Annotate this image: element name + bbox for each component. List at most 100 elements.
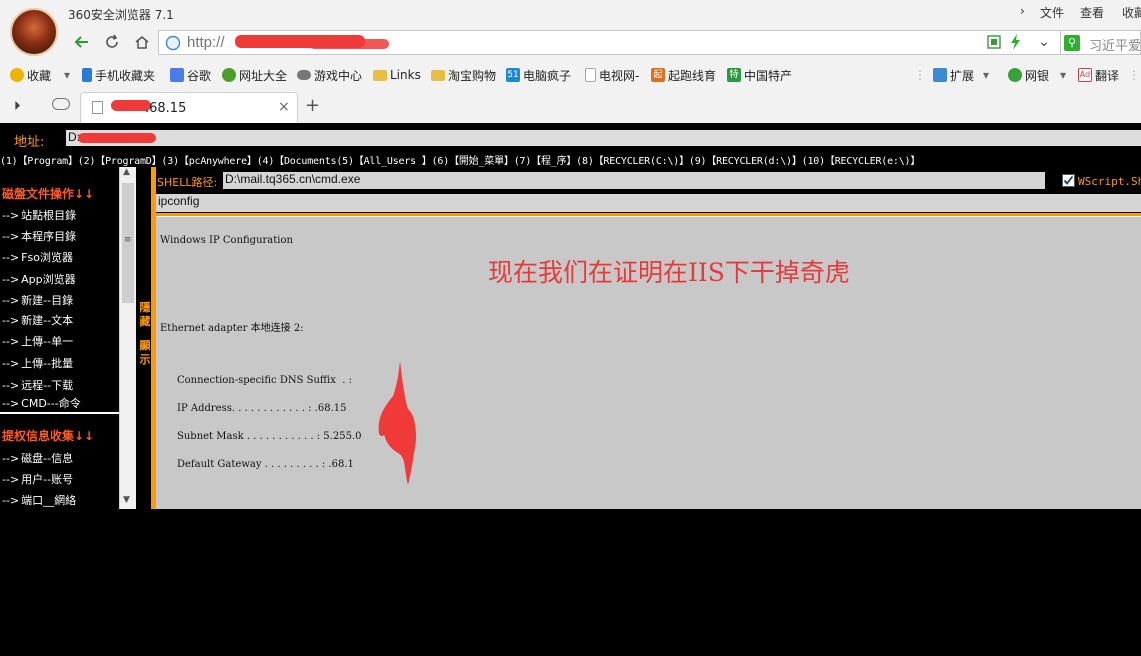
quick-links[interactable]: (1)【Program】(2)【ProgramD】(3)【pcAnywhere】… xyxy=(0,152,1141,167)
browser-chrome: 360安全浏览器 7.1 › 文件 查看 收藏 http:// ⌄ ⚲ 习近平爱… xyxy=(0,0,1141,123)
checkmark-icon xyxy=(1063,175,1074,185)
menu-file[interactable]: 文件 xyxy=(1040,4,1064,21)
command-output: Windows IP Configuration 现在我们在证明在IIS下干掉奇… xyxy=(156,216,1141,509)
output-line: Subnet Mask . . . . . . . . . . . : 5.25… xyxy=(177,431,362,442)
back-arrow-icon xyxy=(74,36,88,48)
search-box[interactable]: ⚲ 习近平爱 xyxy=(1060,30,1141,55)
hide-show-toggle[interactable]: 隱 藏 顯 示 xyxy=(138,301,152,367)
menu-view[interactable]: 查看 xyxy=(1080,4,1104,21)
dropdown-button[interactable]: ⌄ xyxy=(1032,30,1056,54)
sidebar-item-new-dir[interactable]: --> 新建--目錄 xyxy=(2,292,73,308)
te-icon: 特 xyxy=(727,68,741,82)
caret-down-icon: ▾ xyxy=(64,68,71,82)
sidebar-item-upload-single[interactable]: --> 上傳--单一 xyxy=(2,333,73,349)
search-icon: ⚲ xyxy=(1064,35,1080,51)
shell-row: SHELL路径: D:\mail.tq365.cn\cmd.exe WScrip… xyxy=(156,172,1141,190)
globe-icon xyxy=(222,68,236,82)
grip-icon: ≡ xyxy=(124,235,132,245)
sidebar-item-cmd[interactable]: --> CMD---命令 xyxy=(2,395,81,411)
path-label: 地址: xyxy=(14,135,45,150)
sidebar-scrollbar[interactable]: ▲ ≡ ▼ xyxy=(119,167,136,509)
sidebar-item-site-root[interactable]: --> 站點根目錄 xyxy=(2,207,76,223)
path-row: 地址: D: xyxy=(0,128,1141,150)
new-tab-icon[interactable]: + xyxy=(305,95,320,116)
bookmark-mobile[interactable]: 手机收藏夹 xyxy=(82,67,155,83)
navigation-bar: http:// ⌄ ⚲ 习近平爱 xyxy=(66,30,1141,56)
sidebar-item-ports-network[interactable]: --> 端口__網絡 xyxy=(2,492,76,508)
chevron-right-icon[interactable]: › xyxy=(1020,4,1025,18)
output-line: Windows IP Configuration xyxy=(160,235,293,246)
close-icon[interactable]: × xyxy=(278,99,290,115)
gamepad-icon xyxy=(297,70,311,80)
sidebar-item-fso-browser[interactable]: --> Fso浏览器 xyxy=(2,249,73,265)
tab-bar: ⏵ .68.15 × + xyxy=(0,92,1141,123)
netbank-button[interactable]: 网银 ▾ xyxy=(1008,67,1066,83)
qrcode-icon xyxy=(987,35,1001,49)
sidebar-item-remote-download[interactable]: --> 远程--下载 xyxy=(2,377,73,393)
lightning-icon xyxy=(1011,34,1020,50)
redaction-scribble xyxy=(378,361,416,485)
qi-icon: 起 xyxy=(651,68,665,82)
menu-favorites[interactable]: 收藏 xyxy=(1122,4,1141,21)
bookmark-hao[interactable]: 网址大全 xyxy=(222,67,287,83)
google-icon xyxy=(170,68,184,82)
bookmark-separator: ⋮ xyxy=(914,68,926,82)
caret-down-icon: ▾ xyxy=(1060,68,1067,82)
home-icon xyxy=(135,36,149,49)
globe-icon xyxy=(165,35,181,51)
scroll-down-icon[interactable]: ▼ xyxy=(123,495,130,505)
tab-title: .68.15 xyxy=(145,101,187,116)
reload-icon xyxy=(106,34,118,48)
bookmark-51[interactable]: 51 电脑疯子 xyxy=(506,67,571,83)
sidebar-heading-disk: 磁盤文件操作↓↓ xyxy=(2,187,95,201)
sidebar-item-disk-info[interactable]: --> 磁盘--信息 xyxy=(2,450,73,466)
address-url: http:// xyxy=(187,34,225,51)
cmd-panel: SHELL路径: D:\mail.tq365.cn\cmd.exe WScrip… xyxy=(156,167,1141,509)
scroll-up-icon[interactable]: ▲ xyxy=(123,167,130,177)
annotation-text: 现在我们在证明在IIS下干掉奇虎 xyxy=(488,258,850,287)
sidebar: 磁盤文件操作↓↓ --> 站點根目錄 --> 本程序目錄 --> Fso浏览器 -->… xyxy=(0,167,136,509)
address-bar[interactable]: http:// xyxy=(158,30,1098,55)
output-line: Connection-specific DNS Suffix . : xyxy=(177,375,352,386)
chevron-down-icon: ⌄ xyxy=(1038,34,1050,50)
sidebar-item-new-text[interactable]: --> 新建--文本 xyxy=(2,312,73,328)
cloud-icon[interactable] xyxy=(52,98,70,110)
output-line: IP Address. . . . . . . . . . . . : .68.… xyxy=(177,403,347,414)
bookmark-techan[interactable]: 特中国特产 xyxy=(727,67,792,83)
command-input[interactable]: ipconfig xyxy=(156,194,1141,212)
translate-button[interactable]: Ad 翻译 xyxy=(1078,67,1119,83)
user-avatar[interactable] xyxy=(10,8,58,56)
bookmark-tv[interactable]: 电视网- xyxy=(585,67,639,83)
home-button[interactable] xyxy=(130,30,154,54)
sidebar-divider xyxy=(0,412,119,414)
sidebar-item-program-dir[interactable]: --> 本程序目錄 xyxy=(2,228,76,244)
wscript-label: WScript.Shell xyxy=(1078,175,1141,188)
bookmark-favorites[interactable]: 收藏 ▾ xyxy=(10,67,70,83)
wscript-checkbox[interactable] xyxy=(1062,174,1075,187)
back-button[interactable] xyxy=(70,30,94,54)
translate-icon: Ad xyxy=(1078,68,1092,82)
sidebar-toggle-icon[interactable]: ⏵ xyxy=(14,99,21,114)
sidebar-item-upload-batch[interactable]: --> 上傳--批量 xyxy=(2,355,73,371)
shell-path-input[interactable]: D:\mail.tq365.cn\cmd.exe xyxy=(223,172,1045,189)
redaction-mark xyxy=(309,39,389,49)
bookmark-games[interactable]: 游戏中心 xyxy=(297,67,362,83)
bookmark-qipao[interactable]: 起起跑线育 xyxy=(651,67,716,83)
caret-down-icon: ▾ xyxy=(983,68,990,82)
bookmarks-bar: 收藏 ▾ 手机收藏夹 谷歌 网址大全 游戏中心 Links 淘宝购物 51 电脑疯子… xyxy=(0,62,1141,88)
search-text: 习近平爱 xyxy=(1089,39,1141,54)
tab-active[interactable]: .68.15 × xyxy=(80,92,298,123)
bookmark-links[interactable]: Links xyxy=(373,67,421,83)
phone-icon xyxy=(82,68,92,82)
path-input[interactable]: D: xyxy=(66,130,1141,146)
sidebar-item-user-accounts[interactable]: --> 用户--账号 xyxy=(2,471,73,487)
sidebar-item-app-browser[interactable]: --> App浏览器 xyxy=(2,271,76,287)
bookmark-taobao[interactable]: 淘宝购物 xyxy=(431,67,496,83)
reload-button[interactable] xyxy=(100,30,124,54)
shell-path-label: SHELL路径: xyxy=(157,176,218,189)
extensions-button[interactable]: 扩展 ▾ xyxy=(933,67,989,83)
bookmark-google[interactable]: 谷歌 xyxy=(170,67,211,83)
folder-icon xyxy=(373,69,387,81)
51-icon: 51 xyxy=(506,68,520,82)
redaction-mark xyxy=(78,133,156,143)
